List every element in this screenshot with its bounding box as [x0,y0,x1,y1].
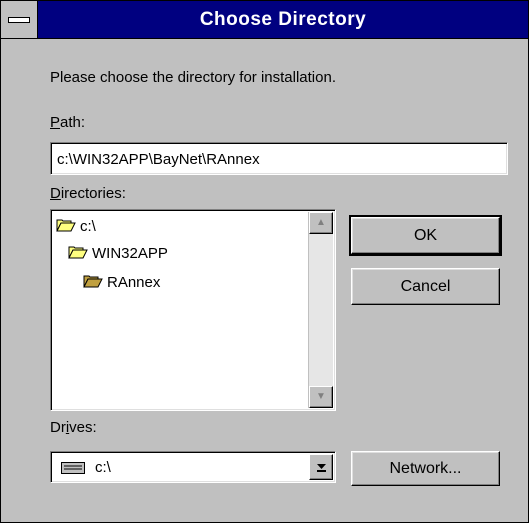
instruction-text: Please choose the directory for installa… [50,69,336,86]
path-label-mnemonic: P [50,114,61,131]
open-folder-icon [56,218,76,236]
directories-label-mnemonic: D [50,185,61,202]
open-folder-icon [83,274,103,292]
directories-listbox[interactable]: c:\ WIN32APP RAnnex ▲ ▼ [50,209,336,411]
cancel-button[interactable]: Cancel [351,268,500,305]
directory-item-rannex[interactable]: RAnnex [83,274,160,292]
choose-directory-dialog: Choose Directory Please choose the direc… [0,0,529,523]
directories-label: Directories: [50,185,126,202]
directory-item-label: RAnnex [107,274,161,291]
directory-item-win32app[interactable]: WIN32APP [68,245,168,263]
dialog-title: Choose Directory [199,9,367,30]
directory-item-label: WIN32APP [92,245,168,262]
network-button[interactable]: Network... [351,451,500,486]
directory-item-label: c:\ [80,218,96,235]
ok-button[interactable]: OK [349,215,502,256]
system-menu-icon [8,17,30,23]
directories-label-rest: irectories: [60,185,126,202]
path-input[interactable]: c:\WIN32APP\BayNet\RAnnex [50,142,508,175]
drives-dropdown-button[interactable] [309,454,333,480]
scroll-down-button[interactable]: ▼ [309,386,333,408]
path-input-value: c:\WIN32APP\BayNet\RAnnex [57,151,260,168]
path-label: Path: [50,114,85,131]
scroll-up-button[interactable]: ▲ [309,212,333,234]
chevron-down-icon [317,464,326,472]
drives-dropdown[interactable]: c:\ [50,451,336,483]
drives-label-rest: ves: [69,419,97,436]
directories-scrollbar[interactable]: ▲ ▼ [308,212,333,408]
drives-label-start: Dr [50,419,66,436]
system-menu-button[interactable] [1,1,38,38]
drives-label: Drives: [50,419,97,436]
open-folder-icon [68,245,88,263]
directory-item-root[interactable]: c:\ [56,218,96,236]
drive-icon [61,461,85,479]
title-bar[interactable]: Choose Directory [1,1,528,39]
arrow-down-icon: ▼ [316,391,326,402]
path-label-rest: ath: [60,114,86,131]
drives-selected-value: c:\ [95,459,111,476]
arrow-up-icon: ▲ [316,217,326,228]
